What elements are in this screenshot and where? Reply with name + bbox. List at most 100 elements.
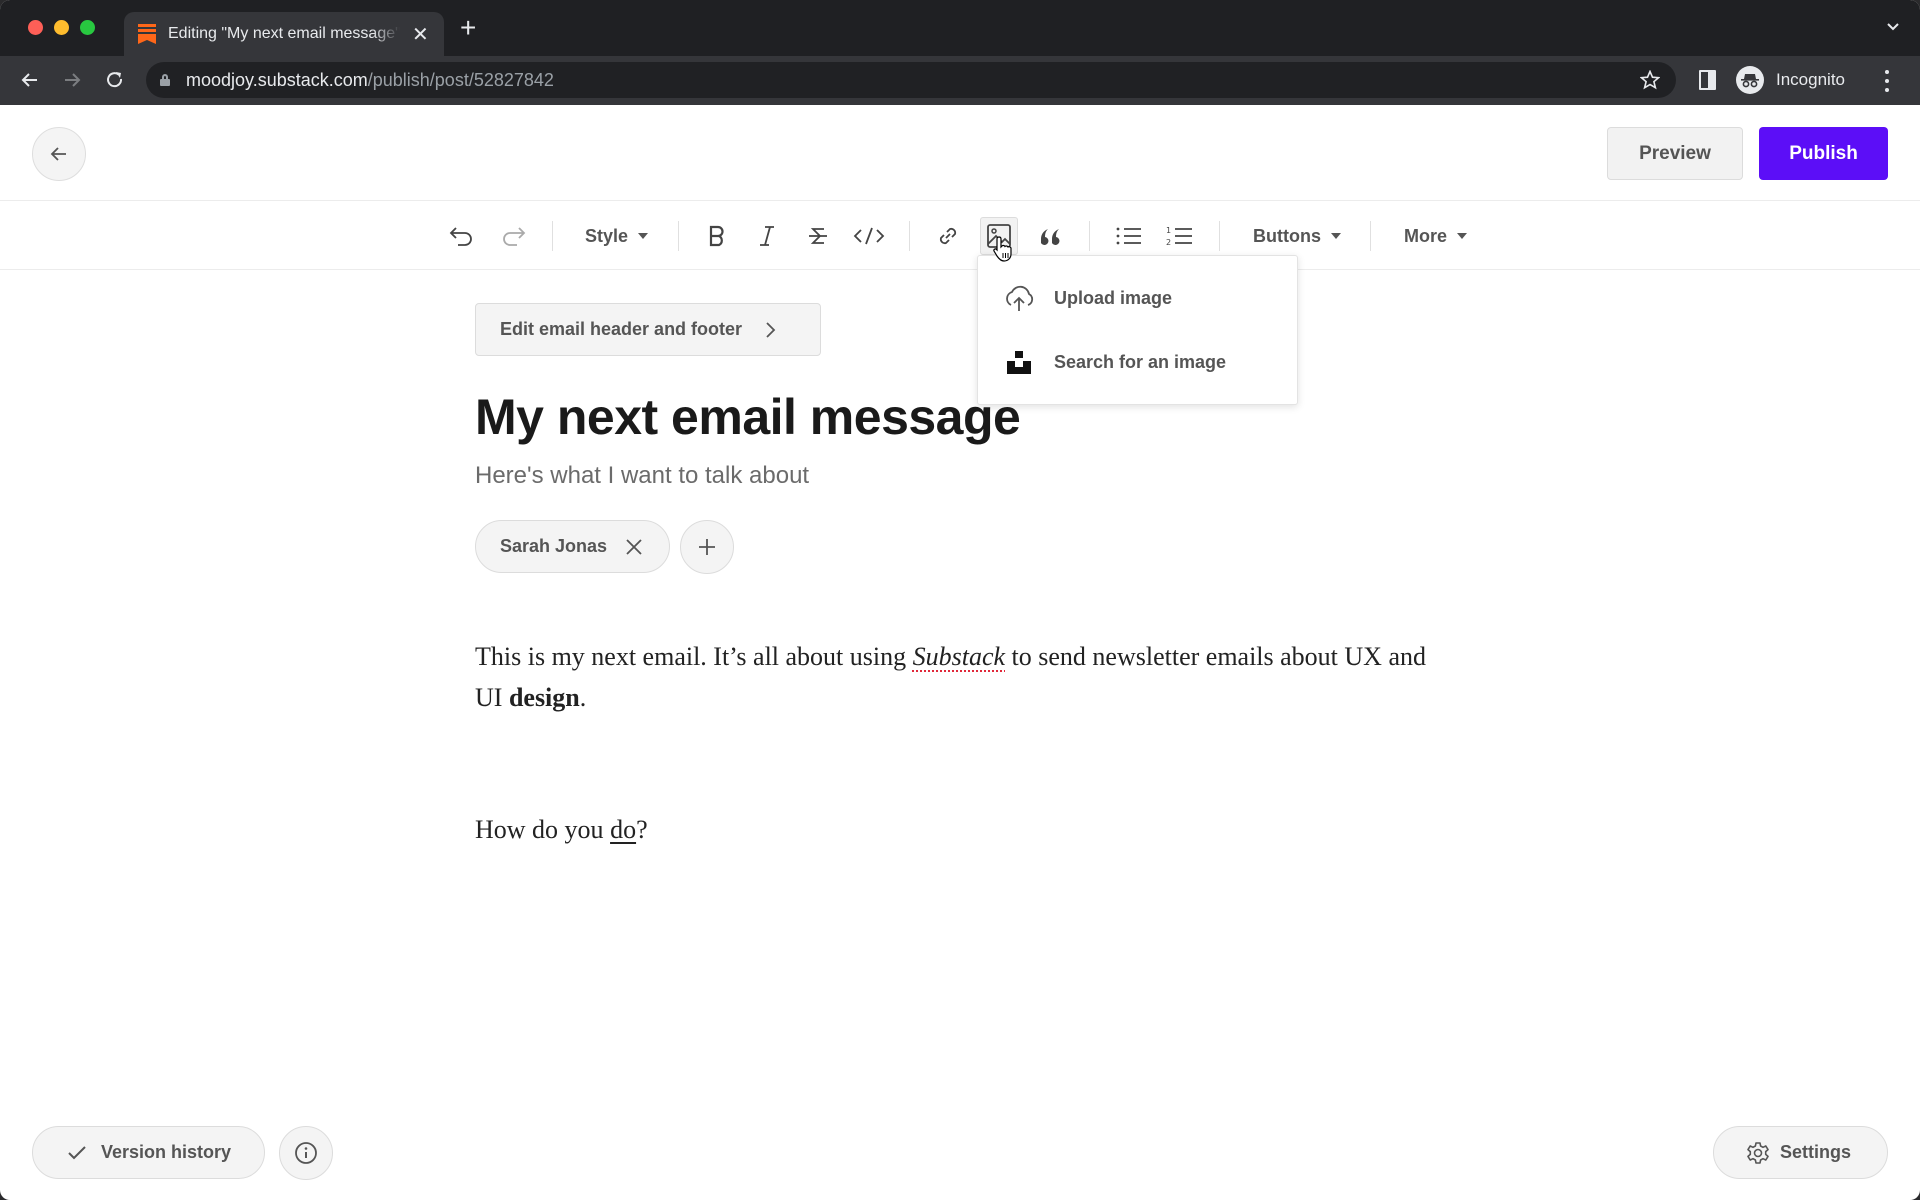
info-icon xyxy=(295,1142,317,1164)
reload-icon xyxy=(107,72,123,88)
svg-text:2: 2 xyxy=(1166,238,1171,247)
browser-menu-icon[interactable] xyxy=(1884,70,1890,92)
body-text-run: . xyxy=(579,683,587,712)
editor-toolbar: Style 12 Buttons More xyxy=(0,201,1920,270)
edit-header-footer-label: Edit email header and footer xyxy=(500,319,743,339)
plus-icon[interactable]: + xyxy=(460,14,476,42)
buttons-label: Buttons xyxy=(1253,225,1321,246)
style-dropdown[interactable]: Style xyxy=(585,217,649,255)
arrow-left-icon xyxy=(50,147,66,161)
browser-tab[interactable]: Editing "My next email message" ✕ xyxy=(124,12,444,56)
italic-text-run: Substack xyxy=(912,642,1006,671)
toolbar-divider xyxy=(552,221,553,251)
quote-button[interactable] xyxy=(1031,217,1069,255)
more-label: More xyxy=(1404,225,1448,246)
redo-icon xyxy=(503,227,526,246)
forward-nav-button[interactable] xyxy=(58,66,86,94)
settings-label: Settings xyxy=(1780,1142,1852,1162)
undo-button[interactable] xyxy=(443,217,481,255)
more-dropdown[interactable]: More xyxy=(1404,217,1468,255)
reload-button[interactable] xyxy=(101,66,129,94)
image-insert-menu: Upload image Search for an image xyxy=(977,255,1298,405)
menu-item-label: Search for an image xyxy=(1054,351,1227,372)
plus-icon xyxy=(699,539,715,555)
italic-icon xyxy=(760,226,774,246)
add-author-button[interactable] xyxy=(680,520,734,574)
caret-down-icon xyxy=(1457,233,1468,239)
bold-button[interactable] xyxy=(698,217,736,255)
body-text-run: This is my next email. It’s all about us… xyxy=(475,642,913,671)
pointer-cursor-icon xyxy=(993,236,1012,262)
body-text-run: How do you xyxy=(475,815,611,844)
settings-button[interactable]: Settings xyxy=(1713,1126,1888,1179)
close-window-button[interactable] xyxy=(28,20,43,35)
link-button[interactable] xyxy=(929,217,967,255)
minimize-window-button[interactable] xyxy=(54,20,69,35)
redo-button[interactable] xyxy=(494,217,532,255)
arrow-right-icon xyxy=(65,73,81,87)
incognito-label: Incognito xyxy=(1776,70,1845,89)
chevron-down-icon[interactable] xyxy=(1886,20,1900,34)
author-name: Sarah Jonas xyxy=(500,536,608,556)
menu-item-label: Upload image xyxy=(1054,287,1173,308)
cloud-upload-icon xyxy=(1002,281,1036,315)
strikethrough-button[interactable] xyxy=(799,217,837,255)
code-icon xyxy=(853,227,885,245)
incognito-icon xyxy=(1736,66,1764,94)
checkmark-icon xyxy=(68,1145,86,1159)
toolbar-divider xyxy=(1089,221,1090,251)
toolbar-divider xyxy=(1219,221,1220,251)
info-button[interactable] xyxy=(279,1126,333,1180)
substack-logo-icon xyxy=(138,24,156,44)
tab-strip: Editing "My next email message" ✕ + xyxy=(0,0,1920,56)
caret-down-icon xyxy=(1330,233,1341,239)
body-paragraph[interactable]: This is my next email. It’s all about us… xyxy=(475,636,1455,718)
back-nav-button[interactable] xyxy=(16,66,44,94)
menu-item-upload-image[interactable]: Upload image xyxy=(978,270,1297,326)
bookmark-star-icon[interactable] xyxy=(1640,70,1660,90)
author-chip[interactable]: Sarah Jonas xyxy=(475,520,670,573)
undo-icon xyxy=(449,227,472,246)
post-subtitle[interactable]: Here's what I want to talk about xyxy=(475,462,809,490)
chevron-right-icon xyxy=(766,321,776,338)
bold-text-run: design xyxy=(508,683,580,712)
preview-button[interactable]: Preview xyxy=(1607,127,1743,180)
bullet-list-button[interactable] xyxy=(1110,217,1148,255)
edit-header-footer-button[interactable]: Edit email header and footer xyxy=(475,303,821,356)
numbered-list-icon: 12 xyxy=(1166,226,1192,247)
side-panel-icon[interactable] xyxy=(1699,70,1716,90)
toolbar-divider xyxy=(909,221,910,251)
toolbar-divider xyxy=(1370,221,1371,251)
buttons-dropdown[interactable]: Buttons xyxy=(1253,217,1341,255)
arrow-left-icon xyxy=(21,73,37,87)
menu-item-search-image[interactable]: Search for an image xyxy=(978,334,1297,390)
body-paragraph[interactable]: How do you do? xyxy=(475,809,1455,850)
post-title[interactable]: My next email message xyxy=(475,388,1021,446)
strikethrough-icon xyxy=(809,228,827,244)
close-icon[interactable]: ✕ xyxy=(412,22,429,47)
italic-button[interactable] xyxy=(748,217,786,255)
code-button[interactable] xyxy=(850,217,888,255)
body-text-run: ? xyxy=(636,815,648,844)
underlined-text-run: do xyxy=(610,815,637,844)
editor-header: Preview Publish xyxy=(0,105,1920,201)
back-button[interactable] xyxy=(32,127,86,181)
tab-title: Editing "My next email message" xyxy=(168,25,400,42)
browser-toolbar: moodjoy.substack.com/publish/post/528278… xyxy=(0,56,1920,105)
url-host: moodjoy.substack.com xyxy=(186,69,368,90)
link-icon xyxy=(939,227,957,245)
bold-icon xyxy=(709,225,724,247)
maximize-window-button[interactable] xyxy=(80,20,95,35)
version-history-label: Version history xyxy=(101,1142,232,1162)
publish-button[interactable]: Publish xyxy=(1759,127,1888,180)
svg-text:1: 1 xyxy=(1166,226,1171,235)
quote-icon xyxy=(1041,229,1060,245)
close-icon[interactable] xyxy=(625,538,643,556)
style-label: Style xyxy=(585,225,629,246)
gear-icon xyxy=(1747,1141,1769,1164)
numbered-list-button[interactable]: 12 xyxy=(1161,217,1199,255)
address-bar[interactable]: moodjoy.substack.com/publish/post/528278… xyxy=(146,62,1676,98)
unsplash-icon xyxy=(1002,345,1036,379)
version-history-button[interactable]: Version history xyxy=(32,1126,265,1179)
incognito-profile-button[interactable]: Incognito xyxy=(1736,62,1856,98)
